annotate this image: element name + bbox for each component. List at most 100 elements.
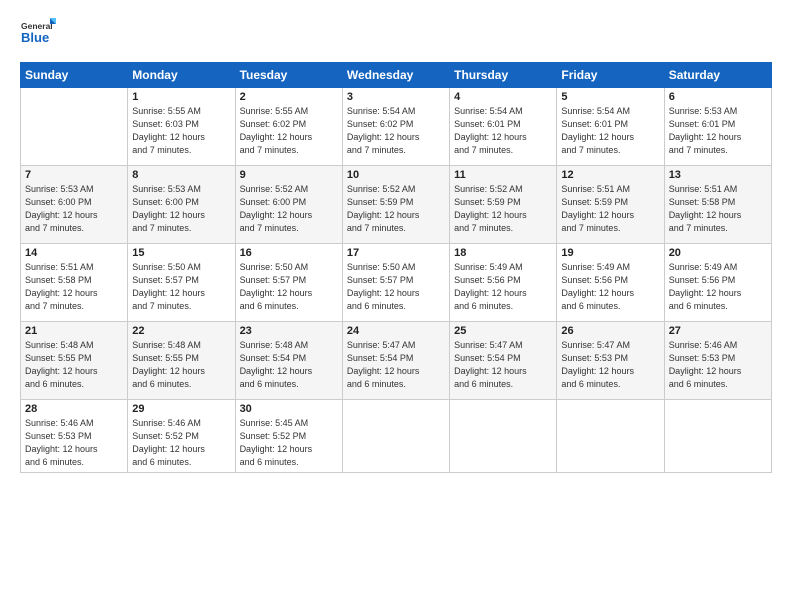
day-number: 16 <box>240 247 338 259</box>
calendar-week-row: 14 Sunrise: 5:51 AM Sunset: 5:58 PM Dayli… <box>21 244 772 322</box>
day-info: Sunrise: 5:54 AM Sunset: 6:01 PM Dayligh… <box>454 105 552 157</box>
day-number: 5 <box>561 91 659 103</box>
day-info: Sunrise: 5:52 AM Sunset: 5:59 PM Dayligh… <box>454 183 552 235</box>
day-info: Sunrise: 5:52 AM Sunset: 5:59 PM Dayligh… <box>347 183 445 235</box>
day-number: 23 <box>240 325 338 337</box>
calendar-table: SundayMondayTuesdayWednesdayThursdayFrid… <box>20 62 772 473</box>
day-info: Sunrise: 5:52 AM Sunset: 6:00 PM Dayligh… <box>240 183 338 235</box>
day-info: Sunrise: 5:50 AM Sunset: 5:57 PM Dayligh… <box>347 261 445 313</box>
day-info: Sunrise: 5:49 AM Sunset: 5:56 PM Dayligh… <box>454 261 552 313</box>
day-info: Sunrise: 5:53 AM Sunset: 6:01 PM Dayligh… <box>669 105 767 157</box>
calendar-cell: 5Sunrise: 5:54 AM Sunset: 6:01 PM Daylig… <box>557 88 664 166</box>
day-number: 17 <box>347 247 445 259</box>
day-number: 6 <box>669 91 767 103</box>
calendar-cell: 3 Sunrise: 5:54 AM Sunset: 6:02 PM Daylig… <box>342 88 449 166</box>
calendar-week-row: 1 Sunrise: 5:55 AM Sunset: 6:03 PM Daylig… <box>21 88 772 166</box>
day-info: Sunrise: 5:47 AM Sunset: 5:54 PM Dayligh… <box>454 339 552 391</box>
day-number: 30 <box>240 403 338 415</box>
col-header-wednesday: Wednesday <box>342 63 449 88</box>
day-number: 24 <box>347 325 445 337</box>
calendar-week-row: 21 Sunrise: 5:48 AM Sunset: 5:55 PM Dayli… <box>21 322 772 400</box>
calendar-cell <box>450 400 557 473</box>
day-number: 4 <box>454 91 552 103</box>
day-number: 28 <box>25 403 123 415</box>
day-number: 27 <box>669 325 767 337</box>
day-info: Sunrise: 5:47 AM Sunset: 5:54 PM Dayligh… <box>347 339 445 391</box>
day-info: Sunrise: 5:50 AM Sunset: 5:57 PM Dayligh… <box>132 261 230 313</box>
day-info: Sunrise: 5:49 AM Sunset: 5:56 PM Dayligh… <box>669 261 767 313</box>
calendar-cell: 20 Sunrise: 5:49 AM Sunset: 5:56 PM Dayli… <box>664 244 771 322</box>
col-header-friday: Friday <box>557 63 664 88</box>
calendar-cell <box>21 88 128 166</box>
col-header-sunday: Sunday <box>21 63 128 88</box>
calendar-cell <box>557 400 664 473</box>
day-number: 26 <box>561 325 659 337</box>
calendar-cell: 23 Sunrise: 5:48 AM Sunset: 5:54 PM Dayli… <box>235 322 342 400</box>
day-info: Sunrise: 5:48 AM Sunset: 5:55 PM Dayligh… <box>132 339 230 391</box>
calendar-cell: 13 Sunrise: 5:51 AM Sunset: 5:58 PM Dayli… <box>664 166 771 244</box>
calendar-cell: 2 Sunrise: 5:55 AM Sunset: 6:02 PM Daylig… <box>235 88 342 166</box>
day-number: 15 <box>132 247 230 259</box>
day-number: 7 <box>25 169 123 181</box>
day-info: Sunrise: 5:55 AM Sunset: 6:03 PM Dayligh… <box>132 105 230 157</box>
calendar-cell: 16 Sunrise: 5:50 AM Sunset: 5:57 PM Dayli… <box>235 244 342 322</box>
day-info: Sunrise: 5:54 AM Sunset: 6:02 PM Dayligh… <box>347 105 445 157</box>
col-header-monday: Monday <box>128 63 235 88</box>
calendar-cell: 17 Sunrise: 5:50 AM Sunset: 5:57 PM Dayli… <box>342 244 449 322</box>
day-number: 12 <box>561 169 659 181</box>
day-info: Sunrise: 5:51 AM Sunset: 5:58 PM Dayligh… <box>25 261 123 313</box>
col-header-thursday: Thursday <box>450 63 557 88</box>
day-info: Sunrise: 5:50 AM Sunset: 5:57 PM Dayligh… <box>240 261 338 313</box>
svg-text:Blue: Blue <box>21 30 49 45</box>
day-number: 9 <box>240 169 338 181</box>
calendar-cell: 7 Sunrise: 5:53 AM Sunset: 6:00 PM Daylig… <box>21 166 128 244</box>
day-number: 19 <box>561 247 659 259</box>
calendar-cell <box>664 400 771 473</box>
day-number: 2 <box>240 91 338 103</box>
day-number: 10 <box>347 169 445 181</box>
day-number: 1 <box>132 91 230 103</box>
calendar-cell: 11Sunrise: 5:52 AM Sunset: 5:59 PM Dayli… <box>450 166 557 244</box>
day-info: Sunrise: 5:46 AM Sunset: 5:52 PM Dayligh… <box>132 417 230 469</box>
day-number: 21 <box>25 325 123 337</box>
calendar-cell <box>342 400 449 473</box>
calendar-cell: 8Sunrise: 5:53 AM Sunset: 6:00 PM Daylig… <box>128 166 235 244</box>
day-info: Sunrise: 5:47 AM Sunset: 5:53 PM Dayligh… <box>561 339 659 391</box>
col-header-saturday: Saturday <box>664 63 771 88</box>
calendar-cell: 19 Sunrise: 5:49 AM Sunset: 5:56 PM Dayli… <box>557 244 664 322</box>
calendar-cell: 22 Sunrise: 5:48 AM Sunset: 5:55 PM Dayli… <box>128 322 235 400</box>
day-number: 13 <box>669 169 767 181</box>
calendar-cell: 26 Sunrise: 5:47 AM Sunset: 5:53 PM Dayli… <box>557 322 664 400</box>
day-info: Sunrise: 5:48 AM Sunset: 5:55 PM Dayligh… <box>25 339 123 391</box>
day-info: Sunrise: 5:51 AM Sunset: 5:58 PM Dayligh… <box>669 183 767 235</box>
calendar-cell: 21 Sunrise: 5:48 AM Sunset: 5:55 PM Dayli… <box>21 322 128 400</box>
calendar-cell: 24 Sunrise: 5:47 AM Sunset: 5:54 PM Dayli… <box>342 322 449 400</box>
calendar-cell: 10 Sunrise: 5:52 AM Sunset: 5:59 PM Dayli… <box>342 166 449 244</box>
calendar-cell: 12 Sunrise: 5:51 AM Sunset: 5:59 PM Dayli… <box>557 166 664 244</box>
day-info: Sunrise: 5:53 AM Sunset: 6:00 PM Dayligh… <box>25 183 123 235</box>
day-number: 20 <box>669 247 767 259</box>
day-info: Sunrise: 5:55 AM Sunset: 6:02 PM Dayligh… <box>240 105 338 157</box>
logo: General Blue <box>20 16 56 52</box>
calendar-page: General Blue SundayMondayTuesdayWednesda… <box>0 0 792 612</box>
day-number: 3 <box>347 91 445 103</box>
calendar-cell: 29 Sunrise: 5:46 AM Sunset: 5:52 PM Dayli… <box>128 400 235 473</box>
day-info: Sunrise: 5:51 AM Sunset: 5:59 PM Dayligh… <box>561 183 659 235</box>
day-info: Sunrise: 5:49 AM Sunset: 5:56 PM Dayligh… <box>561 261 659 313</box>
day-number: 14 <box>25 247 123 259</box>
calendar-cell: 9 Sunrise: 5:52 AM Sunset: 6:00 PM Daylig… <box>235 166 342 244</box>
day-number: 29 <box>132 403 230 415</box>
day-info: Sunrise: 5:48 AM Sunset: 5:54 PM Dayligh… <box>240 339 338 391</box>
logo-svg: General Blue <box>20 16 56 52</box>
calendar-cell: 18Sunrise: 5:49 AM Sunset: 5:56 PM Dayli… <box>450 244 557 322</box>
calendar-cell: 1 Sunrise: 5:55 AM Sunset: 6:03 PM Daylig… <box>128 88 235 166</box>
calendar-week-row: 7 Sunrise: 5:53 AM Sunset: 6:00 PM Daylig… <box>21 166 772 244</box>
day-info: Sunrise: 5:45 AM Sunset: 5:52 PM Dayligh… <box>240 417 338 469</box>
calendar-cell: 15 Sunrise: 5:50 AM Sunset: 5:57 PM Dayli… <box>128 244 235 322</box>
calendar-cell: 28Sunrise: 5:46 AM Sunset: 5:53 PM Dayli… <box>21 400 128 473</box>
header: General Blue <box>20 16 772 52</box>
calendar-cell: 30 Sunrise: 5:45 AM Sunset: 5:52 PM Dayli… <box>235 400 342 473</box>
calendar-cell: 14 Sunrise: 5:51 AM Sunset: 5:58 PM Dayli… <box>21 244 128 322</box>
day-info: Sunrise: 5:53 AM Sunset: 6:00 PM Dayligh… <box>132 183 230 235</box>
day-number: 22 <box>132 325 230 337</box>
